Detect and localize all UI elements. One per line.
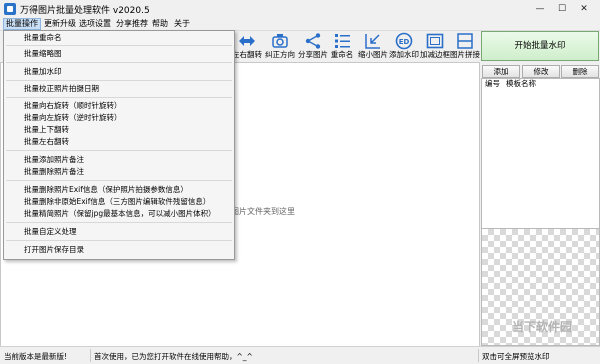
tool-border[interactable]: 加减边框 — [418, 31, 452, 61]
add-template-button[interactable]: 添加 — [482, 65, 520, 78]
border-icon — [426, 33, 444, 49]
column-header-number: 编号 — [485, 79, 500, 88]
drop-hint: 图片文件夹到这里 — [231, 207, 295, 216]
start-batch-watermark-button[interactable]: 开始批量水印 — [481, 31, 599, 61]
tool-correct-orientation[interactable]: 纠正方向 — [263, 31, 297, 61]
menu-about[interactable]: 关于 — [172, 18, 192, 30]
menu-batch-operations[interactable]: 批量操作 — [3, 18, 41, 30]
correct-orientation-icon — [272, 34, 288, 48]
menu-separator — [6, 222, 232, 223]
menu-item-slim-photo[interactable]: 批量精简照片（保留jpg最基本信息，可以减小图片体积） — [24, 209, 216, 219]
tool-add-watermark[interactable]: ED 添加水印 — [387, 31, 421, 61]
window-controls: — ☐ ✕ — [530, 2, 594, 16]
share-icon — [305, 33, 321, 49]
delete-template-button[interactable]: 删除 — [561, 65, 599, 78]
menu-item-rotate-left[interactable]: 批量向左旋转（逆时针旋转） — [24, 113, 122, 123]
site-watermark: 当下软件园 — [512, 320, 573, 334]
flip-horizontal-icon — [239, 36, 255, 46]
status-message: 首次使用，已为您打开软件在线使用帮助，^_^ — [94, 352, 253, 361]
menu-item-batch-rename[interactable]: 批量重命名 — [24, 33, 62, 43]
tool-shrink-image[interactable]: 缩小图片 — [356, 31, 390, 61]
menu-item-open-save-folder[interactable]: 打开图片保存目录 — [24, 245, 84, 255]
menu-separator — [6, 180, 232, 181]
batch-operations-menu: 批量重命名 批量缩略图 批量加水印 批量校正照片拍摄日期 批量向右旋转（顺时针旋… — [3, 30, 235, 260]
menu-item-correct-date[interactable]: 批量校正照片拍摄日期 — [24, 84, 99, 94]
menu-update[interactable]: 更新升级 — [42, 18, 78, 30]
menu-help[interactable]: 帮助 — [150, 18, 170, 30]
rename-list-icon — [335, 34, 350, 48]
status-version: 当前版本是最新版! — [4, 352, 68, 361]
menu-separator — [6, 45, 232, 46]
menu-share[interactable]: 分享推荐 — [114, 18, 150, 30]
minimize-button[interactable]: — — [530, 2, 550, 16]
menu-item-batch-thumbnail[interactable]: 批量缩略图 — [24, 49, 62, 59]
menu-separator — [6, 62, 232, 63]
maximize-button[interactable]: ☐ — [552, 2, 572, 16]
column-header-template-name: 模板名称 — [506, 79, 536, 88]
status-divider — [478, 349, 479, 362]
title-bar: 万得图片批量处理软件 v2020.5 — ☐ ✕ — [0, 0, 600, 18]
stitch-icon — [457, 33, 473, 49]
status-preview-hint: 双击可全屏预览水印 — [482, 352, 550, 361]
tool-rename[interactable]: 重命名 — [325, 31, 359, 61]
menu-separator — [6, 97, 232, 98]
menu-separator — [6, 80, 232, 81]
shrink-icon — [365, 34, 380, 49]
menu-separator — [6, 240, 232, 241]
menu-item-rotate-right[interactable]: 批量向右旋转（顺时针旋转） — [24, 101, 122, 111]
svg-text:ED: ED — [399, 38, 410, 46]
watermark-icon: ED — [395, 32, 413, 50]
edit-template-button[interactable]: 修改 — [522, 65, 560, 78]
menu-item-delete-exif[interactable]: 批量删除照片Exif信息（保护照片拍摄参数信息） — [24, 185, 188, 195]
menu-item-delete-nonoriginal-exif[interactable]: 批量删除非原始Exif信息（三方图片编辑软件残留信息） — [24, 197, 210, 207]
tool-flip-horizontal[interactable]: 左右翻转 — [230, 31, 264, 61]
status-bar: 当前版本是最新版! 首次使用，已为您打开软件在线使用帮助，^_^ 双击可全屏预览… — [0, 346, 600, 364]
close-button[interactable]: ✕ — [574, 2, 594, 16]
menu-item-batch-watermark[interactable]: 批量加水印 — [24, 67, 62, 77]
menu-item-add-remark[interactable]: 批量添加照片备注 — [24, 155, 84, 165]
menu-separator — [6, 150, 232, 151]
status-divider — [90, 349, 91, 362]
app-icon — [4, 3, 16, 15]
tool-stitch[interactable]: 图片拼接 — [448, 31, 482, 61]
menu-item-flip-horizontal[interactable]: 批量左右翻转 — [24, 137, 69, 147]
menu-item-custom-process[interactable]: 批量自定义处理 — [24, 227, 77, 237]
menu-options[interactable]: 选项设置 — [77, 18, 113, 30]
menu-item-delete-remark[interactable]: 批量删除照片备注 — [24, 167, 84, 177]
menu-item-flip-vertical[interactable]: 批量上下翻转 — [24, 125, 69, 135]
window-title: 万得图片批量处理软件 v2020.5 — [20, 6, 150, 16]
